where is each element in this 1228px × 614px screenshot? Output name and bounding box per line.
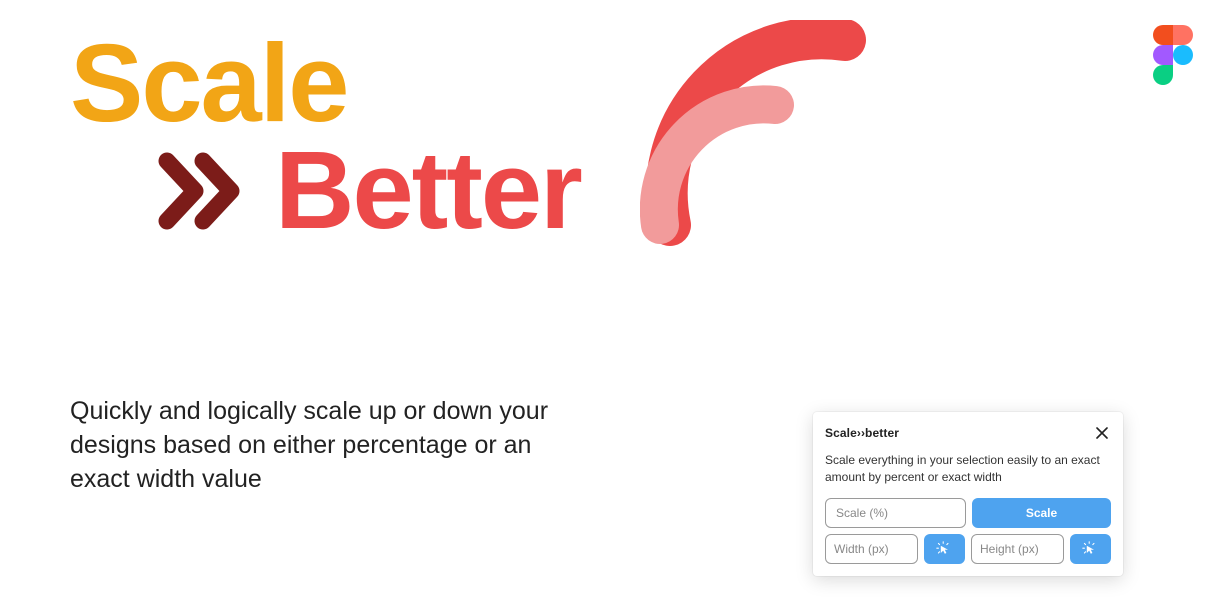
- title-better: Better: [275, 127, 581, 254]
- cursor-click-icon: [936, 541, 952, 557]
- panel-row-scale: Scale (%) Scale: [825, 498, 1111, 528]
- panel-description: Scale everything in your selection easil…: [825, 452, 1111, 486]
- panel-header: Scale››better: [825, 424, 1111, 442]
- hero-section: Scale Better: [70, 20, 581, 254]
- panel-row-dimensions: Width (px) Height (px): [825, 534, 1111, 564]
- scale-button[interactable]: Scale: [972, 498, 1111, 528]
- apply-height-button[interactable]: [1070, 534, 1111, 564]
- hero-description: Quickly and logically scale up or down y…: [70, 395, 590, 496]
- scale-percent-input[interactable]: Scale (%): [825, 498, 966, 528]
- double-chevron-icon: [155, 136, 255, 246]
- title-row2: Better: [155, 127, 581, 254]
- figma-logo-icon: [1153, 25, 1193, 90]
- height-input[interactable]: Height (px): [971, 534, 1064, 564]
- plugin-panel: Scale››better Scale everything in your s…: [813, 412, 1123, 576]
- apply-width-button[interactable]: [924, 534, 965, 564]
- cursor-click-icon: [1082, 541, 1098, 557]
- signal-arcs-icon: [640, 20, 900, 255]
- panel-title: Scale››better: [825, 426, 899, 440]
- close-icon[interactable]: [1093, 424, 1111, 442]
- width-input[interactable]: Width (px): [825, 534, 918, 564]
